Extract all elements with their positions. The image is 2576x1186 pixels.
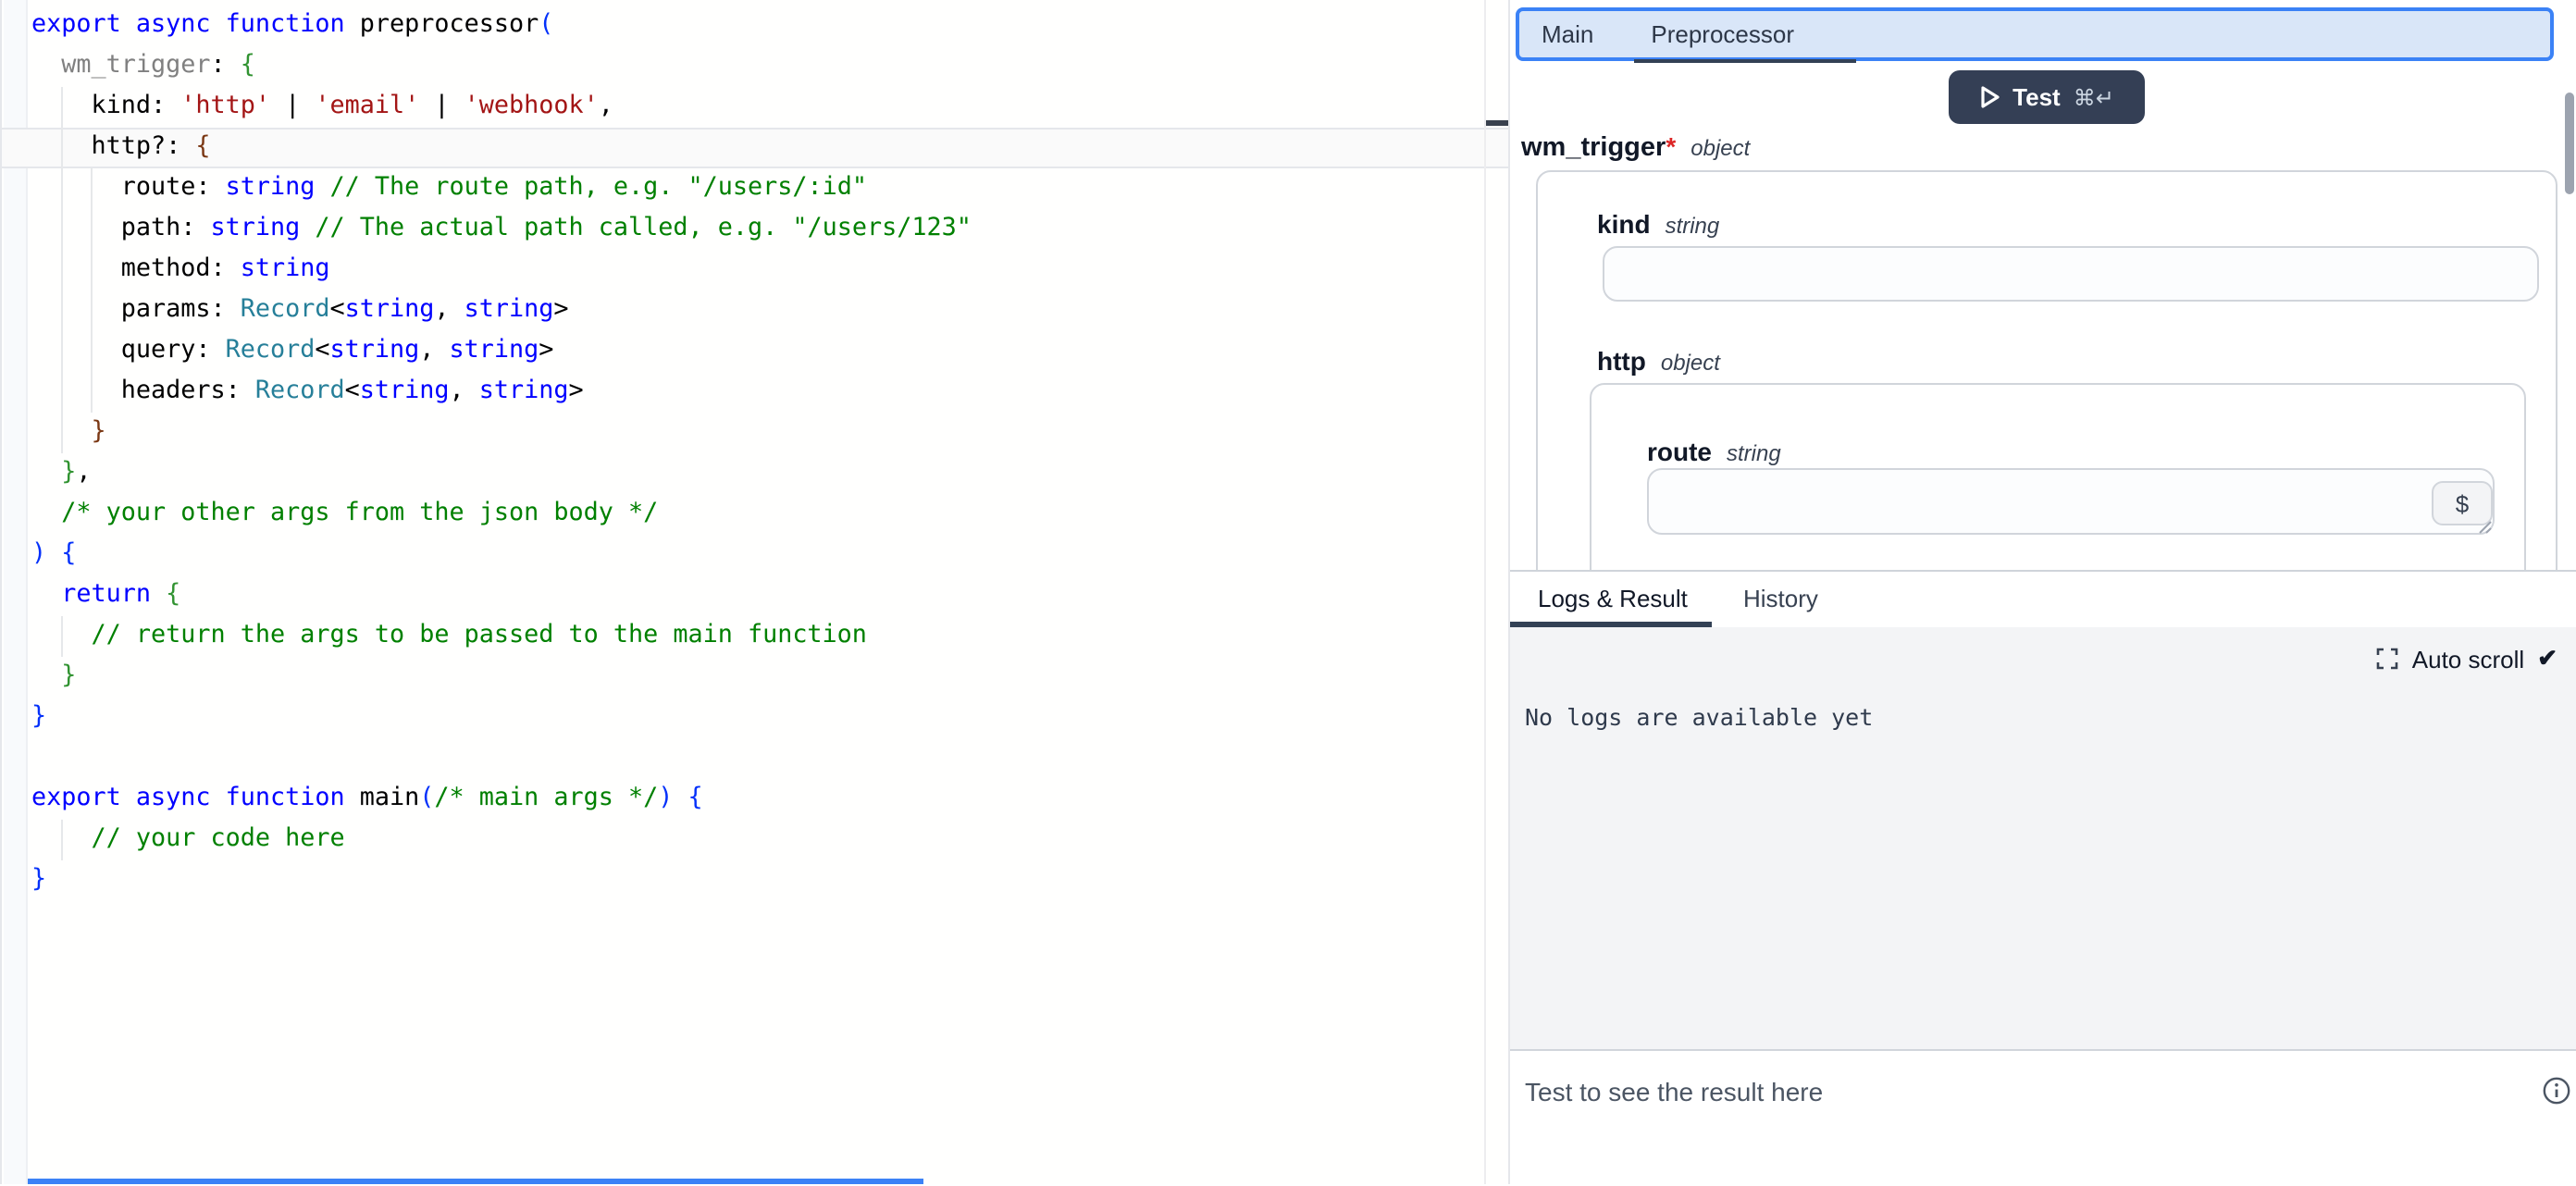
no-logs-message: No logs are available yet — [1525, 703, 1873, 731]
code-line[interactable]: } — [31, 657, 972, 698]
dollar-label: $ — [2456, 489, 2469, 517]
field-name-wm-trigger: wm_trigger — [1521, 133, 1666, 163]
resize-grip-icon[interactable] — [2476, 518, 2493, 535]
code-line[interactable]: /* your other args from the json body */ — [31, 494, 972, 535]
code-line[interactable]: headers: Record<string, string> — [31, 372, 972, 413]
function-tabbar: Main Preprocessor — [1516, 7, 2554, 61]
http-field-header: http object — [1597, 346, 1720, 376]
code-editor-pane[interactable]: export async function preprocessor( wm_t… — [0, 0, 1510, 1184]
code-line[interactable]: http?: { — [31, 128, 972, 168]
code-line[interactable]: query: Record<string, string> — [31, 331, 972, 372]
play-icon — [1979, 85, 2000, 109]
field-name-http: http — [1597, 346, 1646, 376]
info-icon[interactable] — [2543, 1077, 2570, 1105]
code-line[interactable]: path: string // The actual path called, … — [31, 209, 972, 250]
code-line[interactable]: route: string // The route path, e.g. "/… — [31, 168, 972, 209]
code-line[interactable]: // return the args to be passed to the m… — [31, 616, 972, 657]
test-button-label: Test — [2012, 83, 2061, 111]
tab-history[interactable]: History — [1743, 585, 1818, 612]
logs-area: Auto scroll ✔ No logs are available yet — [1510, 627, 2576, 1049]
field-name-kind: kind — [1597, 209, 1651, 239]
field-type-wm-trigger: object — [1690, 135, 1750, 161]
logs-result-section: Logs & Result History Auto scroll ✔ No l… — [1510, 570, 2576, 1184]
tab-preprocessor[interactable]: Preprocessor — [1651, 20, 1794, 48]
wm-trigger-field-header: wm_trigger* object — [1521, 131, 1750, 165]
wm-trigger-object-panel: kind string http object route string $ — [1536, 170, 2557, 570]
tab-logs-result[interactable]: Logs & Result — [1538, 585, 1688, 612]
field-type-kind: string — [1666, 213, 1720, 239]
code-line[interactable]: params: Record<string, string> — [31, 290, 972, 331]
kind-input[interactable] — [1603, 246, 2539, 302]
code-line[interactable]: // your code here — [31, 820, 972, 860]
expand-icon[interactable] — [2377, 648, 2399, 670]
code-lines[interactable]: export async function preprocessor( wm_t… — [31, 6, 972, 901]
field-name-route: route — [1647, 437, 1712, 466]
auto-scroll-checkmark[interactable]: ✔ — [2537, 644, 2557, 673]
auto-scroll-control[interactable]: Auto scroll ✔ — [2377, 644, 2557, 673]
code-line[interactable]: method: string — [31, 250, 972, 290]
route-input[interactable]: $ — [1647, 468, 2495, 535]
route-field-header: route string — [1647, 437, 1781, 466]
code-line[interactable]: kind: 'http' | 'email' | 'webhook', — [31, 87, 972, 128]
right-panel-scrollbar-thumb[interactable] — [2565, 93, 2574, 194]
code-line[interactable]: } — [31, 413, 972, 453]
code-line[interactable]: } — [31, 860, 972, 901]
windmill-script-editor: export async function preprocessor( wm_t… — [0, 0, 2576, 1184]
auto-scroll-label: Auto scroll — [2412, 645, 2524, 673]
result-area: Test to see the result here — [1510, 1049, 2576, 1186]
editor-bottom-scrollbar[interactable] — [28, 1179, 923, 1184]
test-button[interactable]: Test ⌘↵ — [1949, 70, 2145, 124]
code-line[interactable]: ) { — [31, 535, 972, 575]
editor-gutter — [4, 0, 28, 1184]
required-asterisk: * — [1666, 131, 1676, 161]
kind-field-header: kind string — [1597, 209, 1719, 239]
overview-ruler-border — [1484, 0, 1486, 1184]
tab-main[interactable]: Main — [1542, 20, 1593, 48]
code-line[interactable]: return { — [31, 575, 972, 616]
field-type-route: string — [1727, 440, 1781, 466]
code-line[interactable]: export async function main(/* main args … — [31, 779, 972, 820]
field-type-http: object — [1661, 350, 1720, 376]
code-line[interactable]: }, — [31, 453, 972, 494]
code-line[interactable] — [31, 738, 972, 779]
code-line[interactable]: wm_trigger: { — [31, 46, 972, 87]
code-line[interactable]: export async function preprocessor( — [31, 6, 972, 46]
test-button-shortcut: ⌘↵ — [2074, 84, 2114, 110]
code-line[interactable]: } — [31, 698, 972, 738]
result-placeholder-text: Test to see the result here — [1525, 1077, 1823, 1106]
test-args-section: Main Preprocessor Test ⌘↵ wm_trigger* ob… — [1510, 0, 2576, 570]
overview-ruler-cursor-mark — [1486, 120, 1508, 126]
active-tab-underline — [1634, 58, 1856, 63]
http-object-panel: route string $ path string — [1590, 383, 2526, 570]
